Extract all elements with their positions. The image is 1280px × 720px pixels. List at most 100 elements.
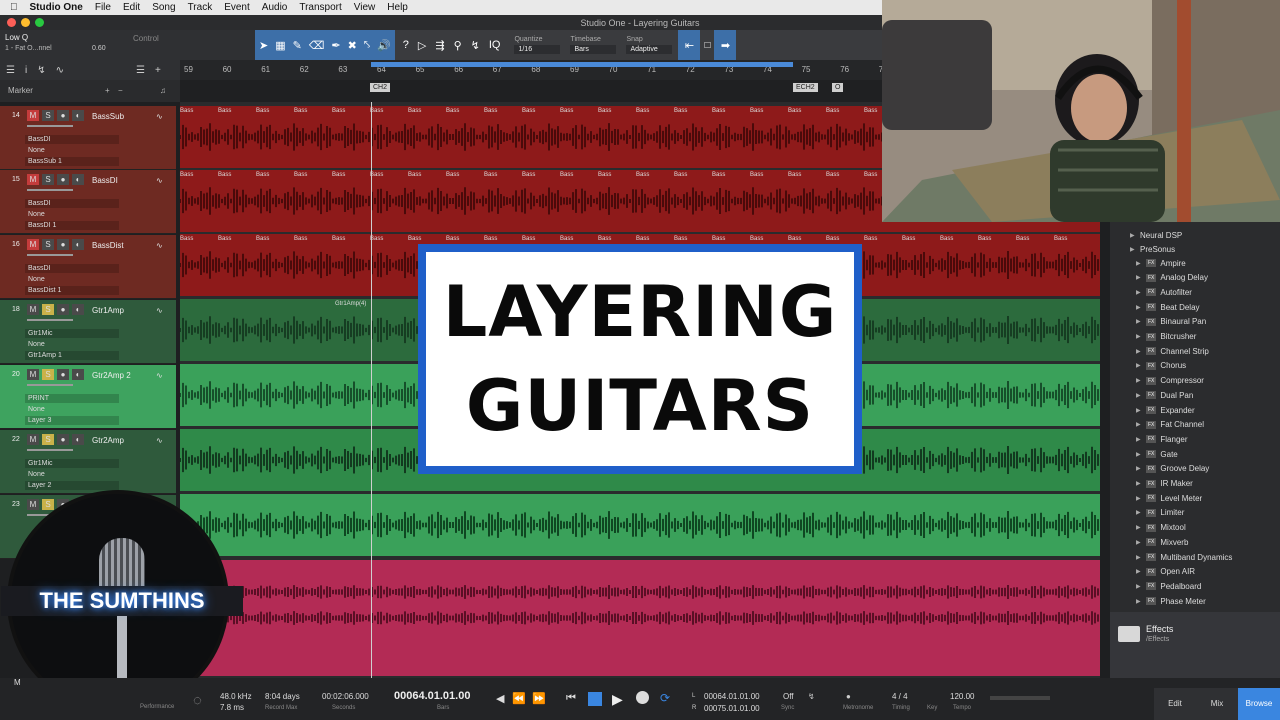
expand-arrow-icon[interactable]: ▶ (1136, 362, 1142, 369)
input-select[interactable]: BassDI (25, 135, 119, 144)
monitor-button[interactable]: ◐ (72, 304, 84, 315)
marker-note-icon[interactable]: ♫ (160, 86, 166, 95)
monitor-button[interactable]: ◐ (72, 239, 84, 250)
browser-plugin-item[interactable]: ▶ FX Channel Strip (1136, 344, 1209, 358)
menu-event[interactable]: Event (224, 2, 250, 13)
tab-browse[interactable]: Browse (1238, 688, 1280, 720)
browser-plugin-item[interactable]: ▶ FX Beat Delay (1136, 300, 1200, 314)
metronome-icon[interactable]: ● (846, 692, 851, 701)
expand-arrow-icon[interactable]: ▶ (1130, 232, 1136, 239)
expand-arrow-icon[interactable]: ▶ (1136, 583, 1142, 590)
expand-arrow-icon[interactable]: ▶ (1136, 304, 1142, 311)
arrow-tool-icon[interactable]: ➤ (259, 39, 268, 52)
track-lane[interactable] (180, 560, 1100, 676)
menu-app-name[interactable]: Studio One (30, 2, 83, 13)
layer-select[interactable]: BassDI 1 (25, 221, 119, 230)
tab-edit[interactable]: Edit (1154, 688, 1196, 720)
track-volume-fader[interactable] (27, 125, 73, 127)
snap-select[interactable]: Adaptive (626, 45, 673, 54)
browser-plugin-item[interactable]: ▶ FX Gate (1136, 447, 1178, 461)
quantize-select[interactable]: 1/16 (514, 45, 561, 54)
mute-button[interactable]: M (27, 304, 39, 315)
track-name[interactable]: Gtr1Amp (92, 306, 124, 315)
input-select[interactable]: Gtr1Mic (25, 329, 119, 338)
track-name[interactable]: BassDist (92, 241, 124, 250)
menu-help[interactable]: Help (387, 2, 408, 13)
sync-value[interactable]: Off (783, 692, 794, 701)
expand-arrow-icon[interactable]: ▶ (1130, 246, 1136, 253)
track-name[interactable]: Gtr2Amp 2 (92, 371, 131, 380)
performance-meter-icon[interactable]: ◌ (193, 692, 202, 709)
timing-value[interactable]: 4 / 4 (892, 692, 908, 701)
expand-arrow-icon[interactable]: ▶ (1136, 348, 1142, 355)
menu-audio[interactable]: Audio (262, 2, 288, 13)
loop-end[interactable]: 00075.01.01.00 (704, 704, 760, 713)
solo-button[interactable]: S (42, 434, 54, 445)
iq-label[interactable]: IQ (489, 39, 501, 51)
record-arm-button[interactable]: ● (57, 434, 69, 445)
track-volume-fader[interactable] (27, 189, 73, 191)
browser-plugin-item[interactable]: ▶ FX Level Meter (1136, 491, 1202, 505)
zoom-icon[interactable]: ⚲ (454, 39, 462, 52)
browser-vendor-folder[interactable]: ▶ PreSonus (1130, 242, 1175, 256)
input-select[interactable]: PRINT (25, 394, 119, 403)
output-select[interactable]: None (25, 275, 119, 284)
layer-select[interactable]: Gtr1Amp 1 (25, 351, 119, 360)
inspector-icon[interactable]: i (25, 65, 27, 76)
curve-icon[interactable]: ∿ (56, 65, 64, 76)
expand-arrow-icon[interactable]: ▶ (1136, 260, 1142, 267)
expand-arrow-icon[interactable]: ▶ (1136, 289, 1142, 296)
track-lane[interactable] (180, 494, 1100, 556)
expand-arrow-icon[interactable]: ▶ (1136, 554, 1142, 561)
snap-grid-icon[interactable]: ⇤ (678, 30, 701, 60)
track-volume-fader[interactable] (27, 384, 73, 386)
add-track-icon[interactable]: + (155, 65, 161, 76)
track-name[interactable]: BassSub (92, 112, 124, 121)
browser-plugin-item[interactable]: ▶ FX Pedalboard (1136, 579, 1201, 593)
expand-arrow-icon[interactable]: ▶ (1136, 436, 1142, 443)
snap-toggle-icon[interactable]: ↯ (471, 39, 480, 52)
solo-button[interactable]: S (42, 499, 54, 510)
automation-icon[interactable]: ↯ (37, 65, 45, 76)
layer-select[interactable]: Layer 3 (25, 416, 119, 425)
add-marker-button[interactable]: + (105, 86, 110, 95)
rewind-button[interactable]: ◀ (496, 692, 504, 705)
record-button[interactable] (636, 691, 649, 704)
apple-icon[interactable]:  (10, 2, 18, 13)
browser-plugin-item[interactable]: ▶ FX IR Maker (1136, 477, 1193, 491)
browser-plugin-item[interactable]: ▶ FX Binaural Pan (1136, 315, 1206, 329)
output-select[interactable]: None (25, 340, 119, 349)
autoscroll-icon[interactable]: ⇶ (435, 39, 444, 52)
loop-start[interactable]: 00064.01.01.00 (704, 692, 760, 701)
mute-button[interactable]: M (27, 499, 39, 510)
expand-arrow-icon[interactable]: ▶ (1136, 451, 1142, 458)
expand-arrow-icon[interactable]: ▶ (1136, 509, 1142, 516)
range-tool-icon[interactable]: ▦ (275, 39, 285, 52)
menu-view[interactable]: View (354, 2, 376, 13)
browser-plugin-item[interactable]: ▶ FX Dual Pan (1136, 388, 1193, 402)
expand-arrow-icon[interactable]: ▶ (1136, 274, 1142, 281)
browser-plugin-item[interactable]: ▶ FX Autofilter (1136, 285, 1192, 299)
marker-o[interactable]: O (832, 83, 844, 92)
browser-plugin-item[interactable]: ▶ FX Limiter (1136, 506, 1184, 520)
marker-ech2[interactable]: ECH2 (793, 83, 818, 92)
track-name[interactable]: Gtr2Amp (92, 436, 124, 445)
tempo-value[interactable]: 120.00 (950, 692, 974, 701)
loop-button[interactable]: ⟳ (660, 691, 670, 705)
close-window-button[interactable] (7, 18, 16, 27)
browser-plugin-item[interactable]: ▶ FX Mixtool (1136, 521, 1186, 535)
autoscroll-toggle-icon[interactable]: ➡ (714, 30, 737, 60)
monitor-button[interactable]: ◐ (72, 369, 84, 380)
expand-arrow-icon[interactable]: ▶ (1136, 333, 1142, 340)
control-link-panel[interactable]: Low Q 1 - Fat O...nnel 0.60 Control (0, 30, 255, 60)
expand-arrow-icon[interactable]: ▶ (1136, 495, 1142, 502)
record-arm-button[interactable]: ● (57, 239, 69, 250)
playhead[interactable] (371, 102, 372, 678)
track-volume-fader[interactable] (27, 319, 73, 321)
record-arm-button[interactable]: ● (57, 174, 69, 185)
cursor-follow-icon[interactable]: □ (700, 30, 714, 60)
monitor-button[interactable]: ◐ (72, 174, 84, 185)
browser-plugin-item[interactable]: ▶ FX Groove Delay (1136, 462, 1209, 476)
zoom-window-button[interactable] (35, 18, 44, 27)
browser-plugin-item[interactable]: ▶ FX Ampire (1136, 256, 1186, 270)
